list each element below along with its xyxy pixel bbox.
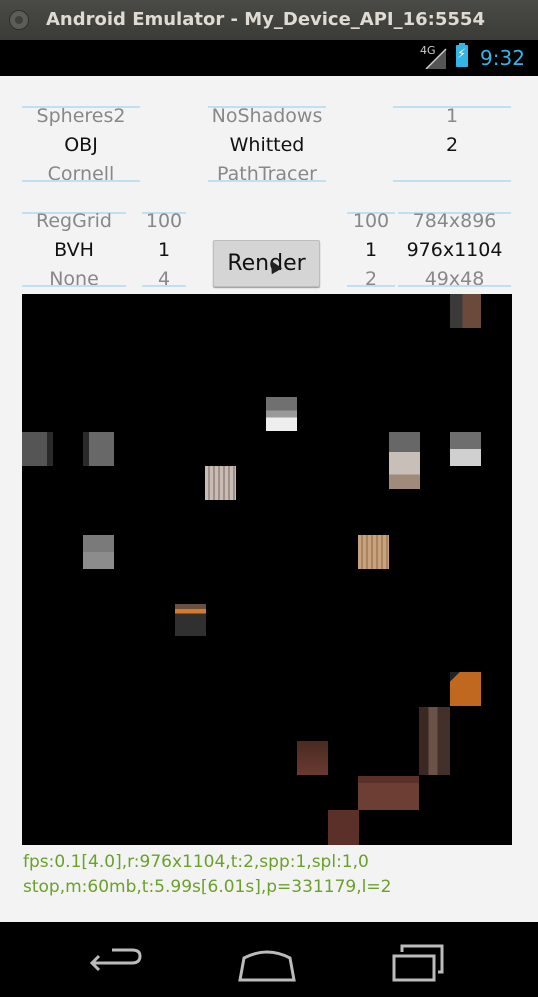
- count-picker[interactable]: 1 2: [393, 99, 511, 187]
- signal-icon: [425, 48, 447, 69]
- render-stats: fps:0.1[4.0],r:976x1104,t:2,spp:1,spl:1,…: [23, 850, 391, 900]
- depth-picker-above[interactable]: 100: [142, 206, 186, 236]
- scene-picker-above[interactable]: Spheres2: [22, 101, 140, 131]
- shadow-mode-picker[interactable]: NoShadows Whitted PathTracer: [208, 99, 326, 187]
- accel-picker-selected[interactable]: BVH: [22, 235, 126, 265]
- depth-picker-selected[interactable]: 1: [142, 235, 186, 265]
- render-tile: [205, 466, 236, 500]
- app-content: Spheres2 OBJ Cornell NoShadows Whitted P…: [0, 76, 538, 922]
- render-tile: [83, 535, 114, 569]
- acceleration-picker[interactable]: RegGrid BVH None: [22, 205, 126, 289]
- home-icon[interactable]: [222, 932, 312, 987]
- render-tile: [358, 776, 419, 810]
- render-tile: [450, 432, 481, 466]
- render-tile: [450, 294, 481, 328]
- spp-picker-selected[interactable]: 1: [347, 235, 395, 265]
- resolution-picker-below[interactable]: 49x48: [398, 264, 511, 286]
- navigation-bar: [0, 922, 538, 997]
- render-tile: [358, 535, 389, 569]
- render-tile: [22, 432, 53, 466]
- count-picker-above[interactable]: 1: [393, 101, 511, 131]
- count-picker-selected[interactable]: 2: [393, 130, 511, 160]
- render-tile: [419, 707, 450, 775]
- recents-icon[interactable]: [372, 932, 462, 987]
- spp-picker-above[interactable]: 100: [347, 206, 395, 236]
- scene-picker-selected[interactable]: OBJ: [22, 130, 140, 160]
- depth-picker-below[interactable]: 4: [142, 264, 186, 286]
- render-tile: [266, 397, 297, 431]
- resolution-picker[interactable]: 784x896 976x1104 49x48: [398, 205, 511, 289]
- render-tile: [83, 432, 114, 466]
- render-tile: [328, 810, 359, 845]
- render-tile: [389, 432, 420, 489]
- render-tile: [175, 604, 206, 636]
- window-titlebar: Android Emulator - My_Device_API_16:5554: [0, 0, 538, 40]
- stats-line-2: stop,m:60mb,t:5.99s[6.01s],p=331179,l=2: [23, 877, 392, 897]
- spp-picker[interactable]: 100 1 2: [347, 205, 395, 289]
- resolution-picker-above[interactable]: 784x896: [398, 206, 511, 236]
- resolution-picker-selected[interactable]: 976x1104: [398, 235, 511, 265]
- shadow-picker-selected[interactable]: Whitted: [208, 130, 326, 160]
- back-icon[interactable]: [72, 932, 162, 987]
- depth-picker[interactable]: 100 1 4: [142, 205, 186, 289]
- render-tile: [297, 741, 328, 775]
- spp-picker-below[interactable]: 2: [347, 264, 395, 286]
- accel-picker-below[interactable]: None: [22, 264, 126, 286]
- stats-line-1: fps:0.1[4.0],r:976x1104,t:2,spp:1,spl:1,…: [23, 852, 369, 872]
- render-canvas[interactable]: [22, 294, 512, 845]
- count-picker-below[interactable]: [393, 159, 511, 181]
- accel-picker-above[interactable]: RegGrid: [22, 206, 126, 236]
- battery-charging-icon: ⚡: [456, 45, 468, 67]
- window-close-icon[interactable]: [9, 10, 29, 30]
- scene-picker[interactable]: Spheres2 OBJ Cornell: [22, 99, 140, 187]
- status-clock: 9:32: [480, 46, 525, 70]
- shadow-picker-below[interactable]: PathTracer: [208, 159, 326, 181]
- window-title: Android Emulator - My_Device_API_16:5554: [46, 9, 485, 30]
- render-tile: [450, 672, 481, 706]
- shadow-picker-above[interactable]: NoShadows: [208, 101, 326, 131]
- scene-picker-below[interactable]: Cornell: [22, 159, 140, 181]
